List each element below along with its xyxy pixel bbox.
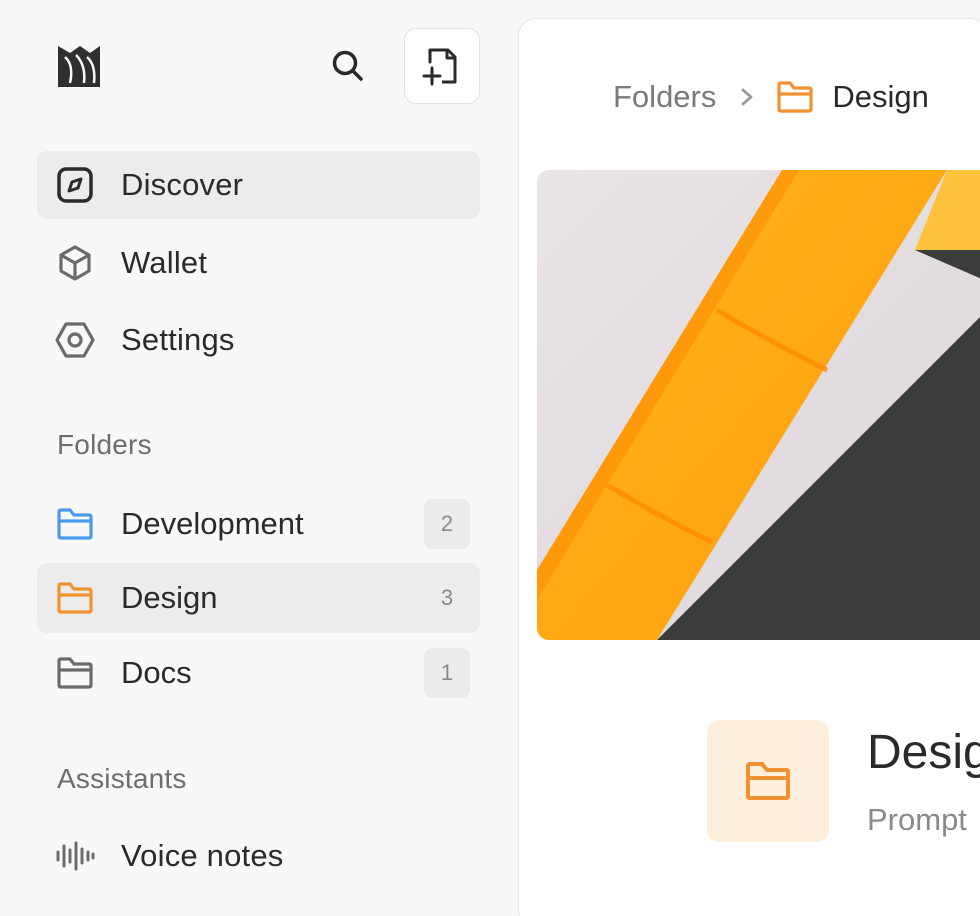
nav-label: Discover: [121, 167, 244, 202]
folder-tile: [707, 720, 829, 842]
cube-icon: [37, 244, 113, 282]
nav-label: Wallet: [121, 245, 208, 280]
folder-icon: [37, 581, 113, 615]
folder-cover-image: [537, 170, 980, 640]
search-button[interactable]: [326, 44, 370, 88]
breadcrumb-folders-link[interactable]: Folders: [613, 79, 716, 115]
folder-subtitle: Prompt: [867, 802, 967, 837]
nav-item-wallet[interactable]: Wallet: [37, 229, 480, 297]
folder-label: Development: [121, 506, 304, 541]
folder-label: Design: [121, 580, 218, 615]
new-document-button[interactable]: [404, 28, 480, 104]
app-window: Discover Wallet Settings Folders Develop…: [0, 0, 980, 916]
main-panel: Folders Design Desig Prompt: [518, 18, 980, 916]
nav-item-discover[interactable]: Discover: [37, 151, 480, 219]
folder-icon: [776, 80, 814, 114]
assistants-section-title: Assistants: [57, 763, 187, 794]
chevron-right-icon: [740, 87, 754, 107]
assistant-item-voice-notes[interactable]: Voice notes: [37, 822, 480, 890]
breadcrumb: Folders Design: [613, 77, 929, 117]
folder-label: Docs: [121, 655, 192, 690]
folder-item-design[interactable]: Design 3: [37, 563, 480, 633]
folder-count-badge: 1: [424, 648, 470, 698]
assistant-label: Voice notes: [121, 838, 284, 873]
nav-label: Settings: [121, 322, 235, 357]
folder-item-development[interactable]: Development 2: [37, 489, 480, 559]
breadcrumb-current: Design: [832, 79, 929, 114]
folders-section-title: Folders: [57, 429, 152, 460]
search-icon: [332, 50, 363, 81]
folder-icon: [37, 507, 113, 541]
sidebar: Discover Wallet Settings Folders Develop…: [0, 0, 518, 916]
folder-icon: [37, 656, 113, 690]
folder-count-badge: 2: [424, 499, 470, 549]
hexagon-gear-icon: [37, 320, 113, 360]
folder-count-badge: 3: [440, 585, 454, 610]
app-logo-icon[interactable]: [56, 43, 102, 89]
compass-icon: [37, 166, 113, 204]
folder-item-docs[interactable]: Docs 1: [37, 638, 480, 708]
new-file-icon: [422, 48, 457, 86]
waveform-icon: [37, 840, 113, 872]
nav-item-settings[interactable]: Settings: [37, 306, 480, 374]
folder-icon: [746, 762, 790, 800]
folder-title: Desig: [867, 726, 980, 779]
